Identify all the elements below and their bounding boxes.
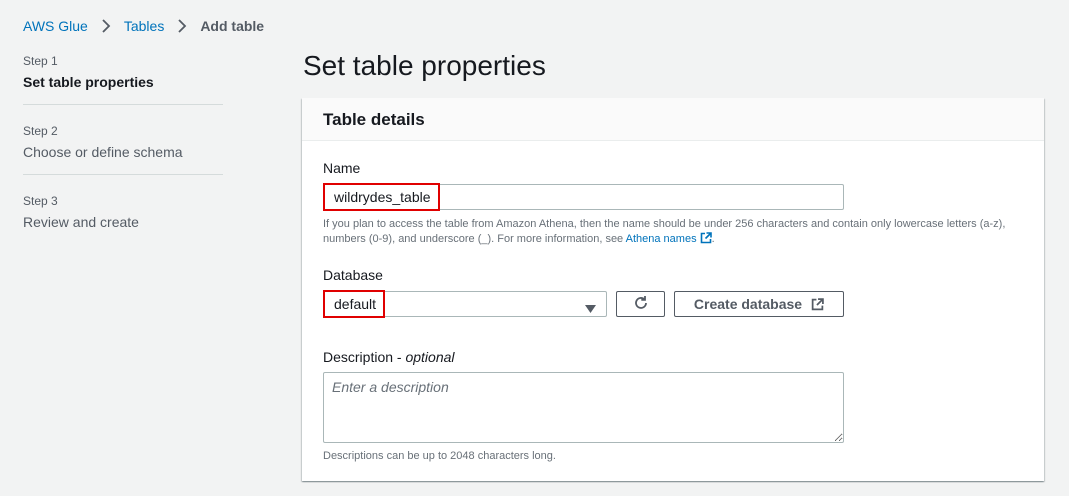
database-label: Database (323, 267, 383, 283)
step-1[interactable]: Step 1 Set table properties (23, 54, 223, 104)
refresh-icon (633, 295, 649, 314)
external-link-icon (700, 232, 712, 249)
create-database-label: Create database (693, 296, 803, 312)
step-number: Step 3 (23, 194, 58, 208)
description-textarea[interactable] (323, 372, 844, 443)
name-label: Name (323, 160, 361, 176)
caret-down-icon (585, 300, 596, 316)
athena-names-link[interactable]: Athena names (626, 232, 712, 245)
refresh-button[interactable] (616, 291, 665, 317)
breadcrumb-aws-glue[interactable]: AWS Glue (23, 18, 88, 34)
step-title: Choose or define schema (23, 144, 183, 160)
name-input[interactable] (323, 184, 844, 210)
step-title: Review and create (23, 214, 139, 230)
create-database-button[interactable]: Create database (674, 291, 844, 317)
wizard-steps: Step 1 Set table properties Step 2 Choos… (23, 54, 223, 244)
breadcrumb-tables[interactable]: Tables (124, 18, 164, 34)
table-details-panel: Table details Name If you plan to access… (302, 98, 1044, 481)
page-title: Set table properties (303, 50, 546, 81)
step-number: Step 1 (23, 54, 58, 68)
chevron-right-icon (170, 17, 194, 35)
breadcrumb-current: Add table (200, 18, 265, 34)
chevron-right-icon (94, 17, 118, 35)
breadcrumb: AWS Glue Tables Add table (23, 17, 264, 35)
step-3[interactable]: Step 3 Review and create (23, 174, 223, 244)
description-hint: Descriptions can be up to 2048 character… (323, 450, 556, 462)
description-label: Description - optional (323, 349, 455, 365)
step-2[interactable]: Step 2 Choose or define schema (23, 104, 223, 174)
database-select[interactable]: default (323, 291, 607, 317)
optional-tag: optional (405, 349, 455, 365)
name-hint: If you plan to access the table from Ama… (323, 217, 1023, 249)
external-link-icon (811, 297, 824, 311)
database-value: default (334, 296, 377, 312)
panel-title: Table details (323, 110, 425, 129)
panel-header: Table details (302, 98, 1044, 141)
step-number: Step 2 (23, 124, 58, 138)
step-title: Set table properties (23, 74, 154, 90)
